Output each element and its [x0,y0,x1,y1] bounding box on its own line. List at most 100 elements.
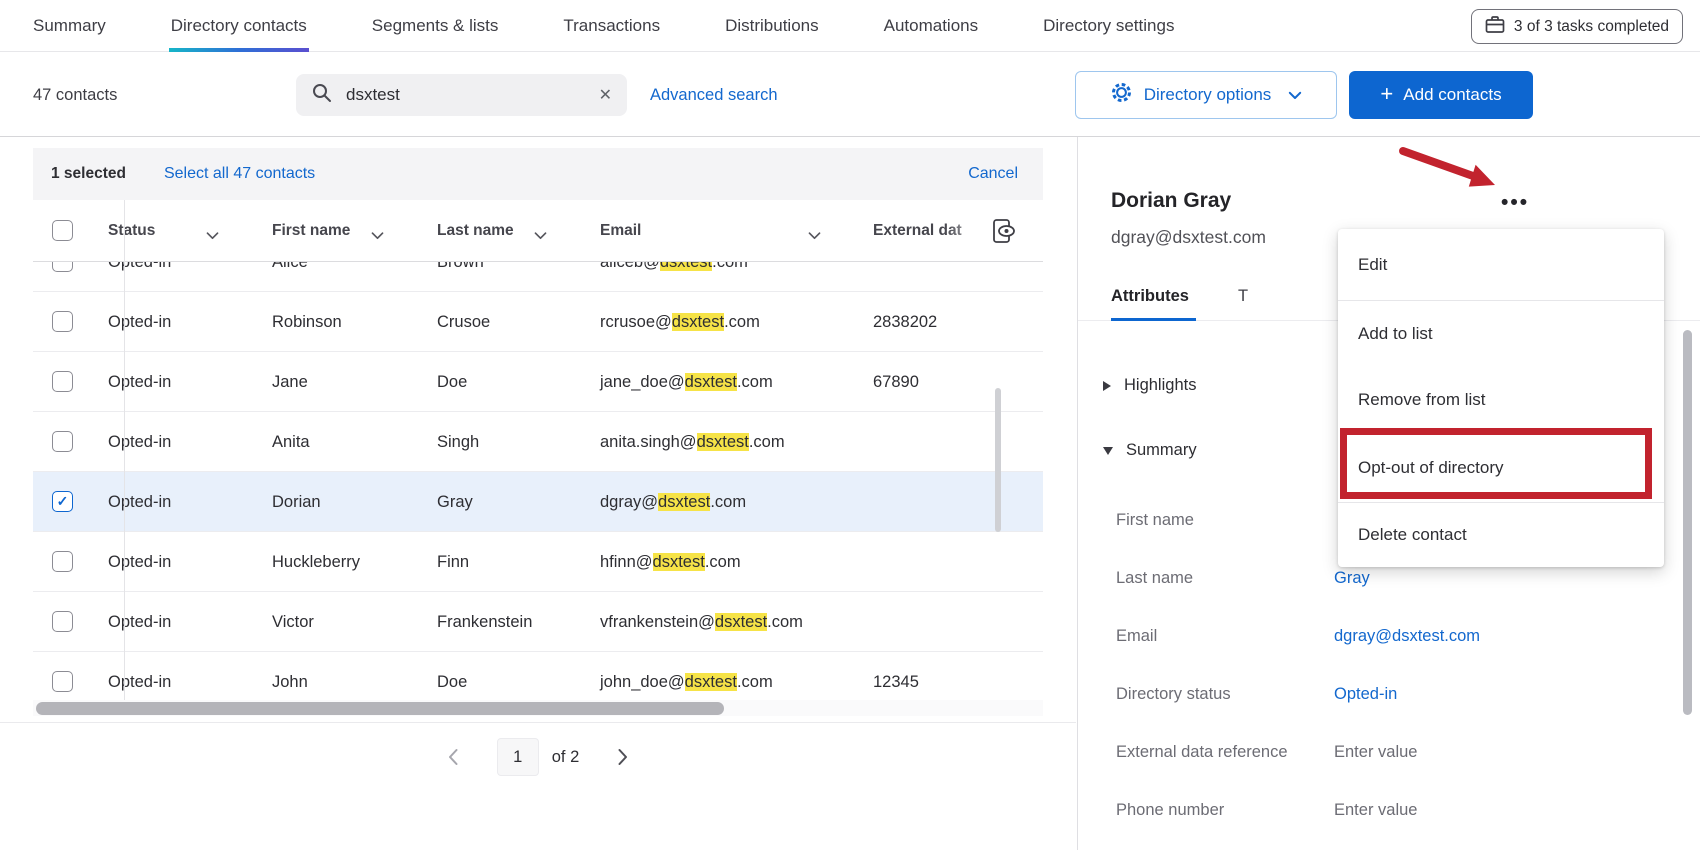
field-directory-status: Directory status Opted-in [1116,685,1696,704]
section-highlights[interactable]: Highlights [1103,376,1196,395]
tab-directory-contacts[interactable]: Directory contacts [168,0,309,52]
row-checkbox[interactable] [52,431,73,452]
field-label: Phone number [1116,801,1225,819]
tab-transactions[interactable]: Transactions [563,0,660,52]
field-value[interactable]: Opted-in [1334,685,1397,704]
row-checkbox[interactable] [52,311,73,332]
previous-page-icon[interactable] [447,748,459,766]
field-label: External data reference [1116,743,1288,761]
row-checkbox-checked[interactable]: ✓ [52,491,73,512]
directory-options-label: Directory options [1143,85,1272,104]
column-preview-icon[interactable] [990,217,1017,250]
table-row[interactable]: Opted-in John Doe john_doe@dsxtest.com 1… [33,652,1043,700]
first-name-cell: Victor [272,613,314,631]
horizontal-scrollbar-track[interactable] [33,700,1043,716]
last-name-cell: Singh [437,433,480,451]
search-value[interactable]: dsxtest [346,85,586,105]
checkbox-column-divider [124,200,125,700]
table-row[interactable]: Opted-in Victor Frankenstein vfrankenste… [33,592,1043,652]
first-name-cell: Anita [272,433,310,451]
table-body: Opted-in Alice Brown aliceb@dsxtest.com … [33,262,1043,700]
section-summary[interactable]: Summary [1103,441,1197,460]
tab-directory-settings[interactable]: Directory settings [1043,0,1174,52]
column-header-first-name[interactable]: First name [272,200,350,262]
advanced-search-link[interactable]: Advanced search [650,86,778,105]
add-contacts-button[interactable]: + Add contacts [1349,71,1533,119]
contact-actions-menu-icon[interactable]: ••• [1501,191,1529,215]
field-value[interactable]: dgray@dsxtest.com [1334,627,1480,646]
row-checkbox[interactable] [52,371,73,392]
email-cell: hfinn@dsxtest.com [600,553,741,571]
horizontal-scrollbar-thumb[interactable] [36,701,724,715]
directory-options-button[interactable]: Directory options [1075,71,1337,119]
next-page-icon[interactable] [617,748,629,766]
table-header: Status First name Last name Email Extern… [33,200,1043,262]
email-cell: vfrankenstein@dsxtest.com [600,613,803,631]
field-phone-number: Phone number Enter value [1116,801,1696,820]
top-navigation: Summary Directory contacts Segments & li… [0,0,1700,52]
current-page-box[interactable]: 1 [496,738,539,776]
chevron-down-icon[interactable] [371,227,384,245]
field-label: First name [1116,511,1194,529]
field-value[interactable]: Gray [1334,569,1370,588]
table-row[interactable]: Opted-in Anita Singh anita.singh@dsxtest… [33,412,1043,472]
select-all-checkbox[interactable] [52,220,73,241]
menu-item-edit[interactable]: Edit [1338,229,1664,301]
first-name-cell: Huckleberry [272,553,361,571]
toolbar: 47 contacts dsxtest ✕ Advanced search Di… [0,53,1700,137]
table-bottom-divider [0,722,1076,723]
email-cell: jane_doe@dsxtest.com [600,373,773,391]
field-value-placeholder[interactable]: Enter value [1334,801,1417,820]
tab-summary[interactable]: Summary [33,0,106,52]
column-header-status[interactable]: Status [108,200,155,262]
first-name-cell: Dorian [272,493,321,511]
contact-context-menu: Edit Add to list Remove from list Opt-ou… [1338,229,1664,567]
menu-item-delete-contact[interactable]: Delete contact [1338,503,1664,567]
briefcase-icon [1485,15,1505,39]
cancel-selection-link[interactable]: Cancel [968,165,1018,183]
clear-search-icon[interactable]: ✕ [599,85,612,105]
column-header-external-data[interactable]: External dat [873,200,1003,262]
table-row[interactable]: Opted-in Huckleberry Finn hfinn@dsxtest.… [33,532,1043,592]
select-all-link[interactable]: Select all 47 contacts [164,165,315,183]
tab-automations[interactable]: Automations [884,0,979,52]
search-input[interactable]: dsxtest ✕ [296,74,627,116]
directory-contacts-page: Summary Directory contacts Segments & li… [0,0,1700,850]
row-checkbox[interactable] [52,551,73,572]
panel-scrollbar[interactable] [1683,330,1692,715]
tab-segments-lists[interactable]: Segments & lists [372,0,499,52]
chevron-down-icon[interactable] [808,227,821,245]
row-checkbox[interactable] [52,262,73,272]
tab-distributions[interactable]: Distributions [725,0,819,52]
status-cell: Opted-in [108,373,172,391]
tasks-completed-label: 3 of 3 tasks completed [1513,17,1669,35]
menu-item-remove-from-list[interactable]: Remove from list [1338,367,1664,433]
last-name-cell: Gray [437,493,473,511]
search-highlight: dsxtest [658,493,711,511]
tab-touchpoints-truncated[interactable]: T [1238,287,1248,306]
add-contacts-label: Add contacts [1403,85,1502,104]
chevron-down-icon[interactable] [206,227,219,245]
tasks-completed-button[interactable]: 3 of 3 tasks completed [1470,9,1683,44]
tab-attributes[interactable]: Attributes [1111,287,1189,306]
table-row-selected[interactable]: ✓ Opted-in Dorian Gray dgray@dsxtest.com [33,472,1043,532]
status-cell: Opted-in [108,553,172,571]
field-email: Email dgray@dsxtest.com [1116,627,1696,646]
table-row[interactable]: Opted-in Jane Doe jane_doe@dsxtest.com 6… [33,352,1043,412]
column-header-last-name[interactable]: Last name [437,200,514,262]
summary-label: Summary [1126,441,1197,459]
search-highlight: dsxtest [684,673,737,691]
table-row[interactable]: Opted-in Robinson Crusoe rcrusoe@dsxtest… [33,292,1043,352]
field-value-placeholder[interactable]: Enter value [1334,743,1417,762]
menu-item-add-to-list[interactable]: Add to list [1338,301,1664,367]
table-row[interactable]: Opted-in Alice Brown aliceb@dsxtest.com [33,262,1043,292]
vertical-scrollbar[interactable] [995,388,1001,532]
menu-item-opt-out-of-directory[interactable]: Opt-out of directory [1338,433,1664,503]
contact-name-title: Dorian Gray [1111,189,1232,212]
search-icon [311,82,333,109]
row-checkbox[interactable] [52,611,73,632]
column-header-email[interactable]: Email [600,200,641,262]
contacts-table-section: 1 selected Select all 47 contacts Cancel… [0,137,1076,850]
row-checkbox[interactable] [52,671,73,692]
chevron-down-icon[interactable] [534,227,547,245]
